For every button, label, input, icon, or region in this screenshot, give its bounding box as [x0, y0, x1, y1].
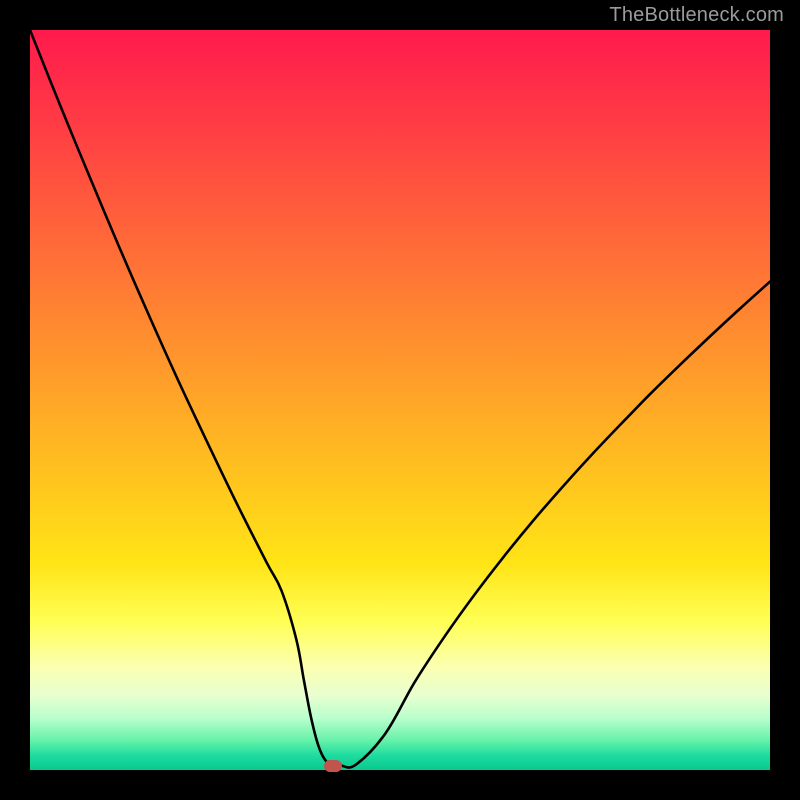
bottleneck-curve — [30, 30, 770, 770]
attribution-text: TheBottleneck.com — [609, 4, 784, 27]
plot-area — [30, 30, 770, 770]
chart-frame: TheBottleneck.com — [0, 0, 800, 800]
optimal-point-marker — [324, 760, 342, 772]
